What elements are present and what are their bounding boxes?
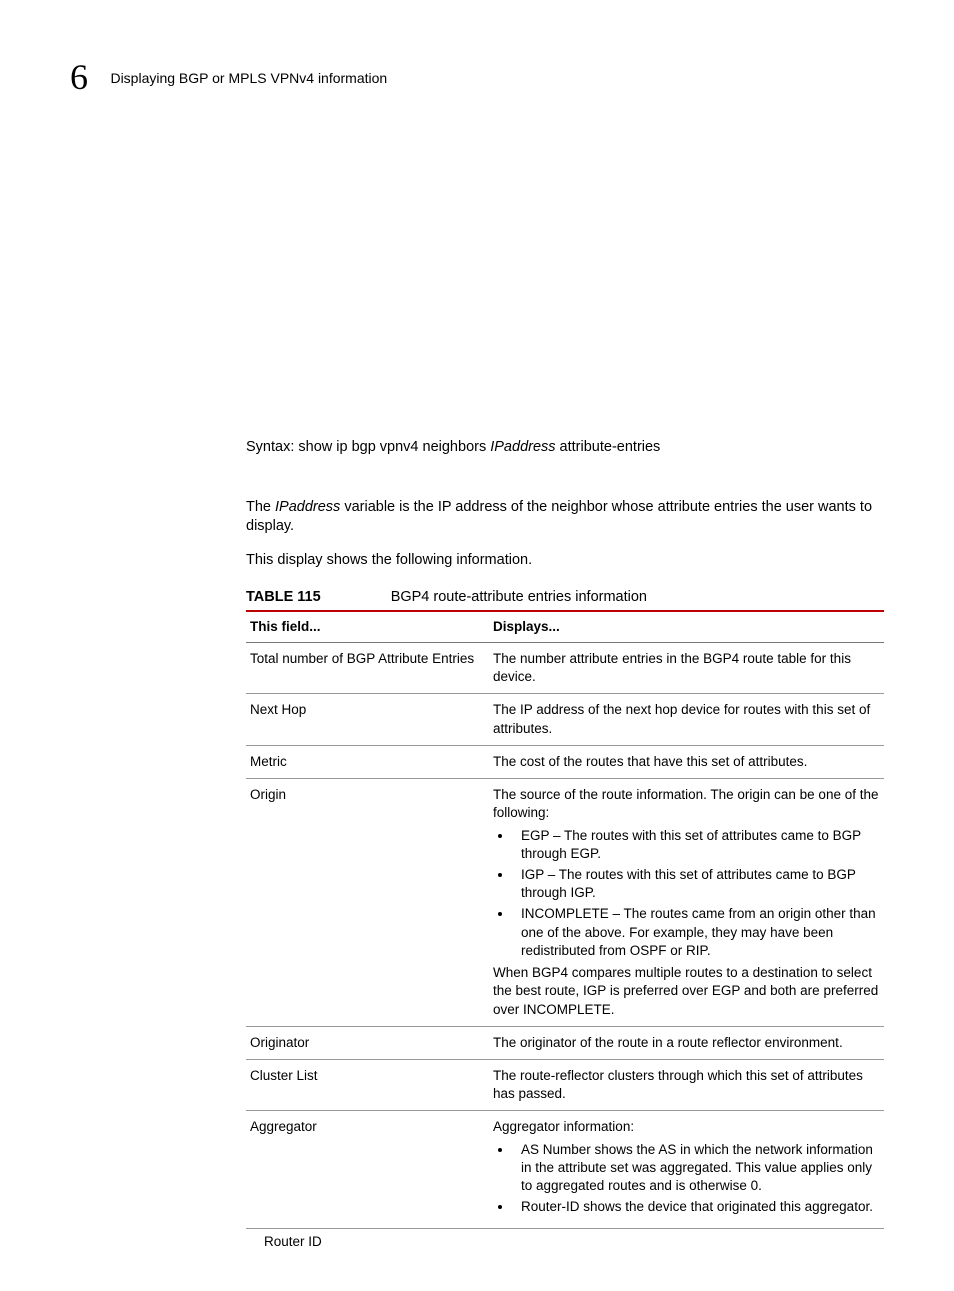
list-item: Router-ID shows the device that originat…	[513, 1198, 880, 1216]
table-row: Next Hop The IP address of the next hop …	[246, 694, 884, 745]
table-row: Metric The cost of the routes that have …	[246, 745, 884, 778]
th-displays: Displays...	[489, 611, 884, 643]
chapter-number: 6	[70, 56, 88, 98]
cell-displays: The cost of the routes that have this se…	[489, 745, 884, 778]
origin-pre: The source of the route information. The…	[493, 786, 880, 822]
origin-bullets: EGP – The routes with this set of attrib…	[493, 827, 880, 961]
cell-field: Metric	[246, 745, 489, 778]
list-item: INCOMPLETE – The routes came from an ori…	[513, 905, 880, 960]
aggregator-bullets: AS Number shows the AS in which the netw…	[493, 1141, 880, 1217]
paragraph-ipaddress: The IPaddress variable is the IP address…	[246, 498, 884, 537]
p1-var: IPaddress	[275, 499, 340, 515]
table-row: Cluster List The route-reflector cluster…	[246, 1059, 884, 1110]
list-item: AS Number shows the AS in which the netw…	[513, 1141, 880, 1196]
cell-field: Originator	[246, 1026, 489, 1059]
cell-displays: The route-reflector clusters through whi…	[489, 1059, 884, 1110]
cell-field: Total number of BGP Attribute Entries	[246, 643, 489, 694]
syntax-variable: IPaddress	[490, 439, 555, 455]
below-table-text: Router ID	[264, 1233, 884, 1251]
cell-displays: Aggregator information: AS Number shows …	[489, 1111, 884, 1228]
syntax-line: Syntax: show ip bgp vpnv4 neighbors IPad…	[246, 438, 884, 458]
aggregator-pre: Aggregator information:	[493, 1118, 880, 1136]
paragraph-display-intro: This display shows the following informa…	[246, 551, 884, 571]
cell-displays: The source of the route information. The…	[489, 779, 884, 1027]
p1-pre: The	[246, 499, 275, 515]
list-item: IGP – The routes with this set of attrib…	[513, 866, 880, 902]
page-header: 6 Displaying BGP or MPLS VPNv4 informati…	[70, 56, 884, 98]
table-header-row: This field... Displays...	[246, 611, 884, 643]
cell-field: Cluster List	[246, 1059, 489, 1110]
p1-post: variable is the IP address of the neighb…	[246, 499, 872, 535]
cell-field: Next Hop	[246, 694, 489, 745]
table-caption: TABLE 115 BGP4 route-attribute entries in…	[246, 588, 884, 608]
cell-field: Origin	[246, 779, 489, 1027]
origin-post: When BGP4 compares multiple routes to a …	[493, 964, 880, 1019]
header-title: Displaying BGP or MPLS VPNv4 information	[110, 70, 387, 86]
table-row: Aggregator Aggregator information: AS Nu…	[246, 1111, 884, 1228]
syntax-prefix: Syntax: show ip bgp vpnv4 neighbors	[246, 439, 490, 455]
table-row: Originator The originator of the route i…	[246, 1026, 884, 1059]
page: 6 Displaying BGP or MPLS VPNv4 informati…	[0, 0, 954, 1291]
cell-displays: The IP address of the next hop device fo…	[489, 694, 884, 745]
content-area: Syntax: show ip bgp vpnv4 neighbors IPad…	[246, 438, 884, 1251]
th-field: This field...	[246, 611, 489, 643]
attribute-table: This field... Displays... Total number o…	[246, 610, 884, 1229]
cell-displays: The number attribute entries in the BGP4…	[489, 643, 884, 694]
table-label: TABLE 115	[246, 589, 321, 605]
list-item: EGP – The routes with this set of attrib…	[513, 827, 880, 863]
table-row: Origin The source of the route informati…	[246, 779, 884, 1027]
table-title: BGP4 route-attribute entries information	[391, 589, 647, 605]
table-row: Total number of BGP Attribute Entries Th…	[246, 643, 884, 694]
cell-field: Aggregator	[246, 1111, 489, 1228]
syntax-suffix: attribute-entries	[556, 439, 661, 455]
cell-displays: The originator of the route in a route r…	[489, 1026, 884, 1059]
